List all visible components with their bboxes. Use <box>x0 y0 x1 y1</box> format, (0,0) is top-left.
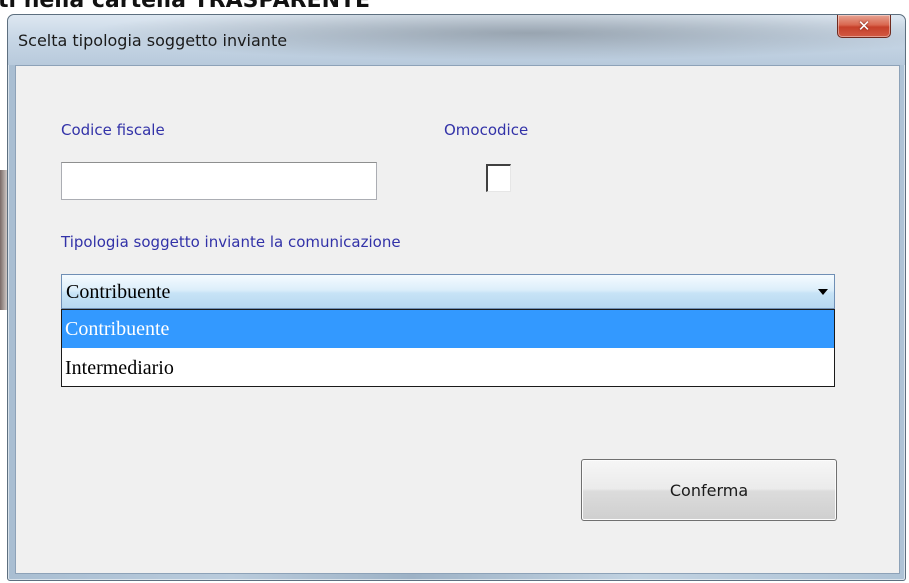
tipologia-dropdown-list: Contribuente Intermediario <box>61 309 835 387</box>
dialog-title: Scelta tipologia soggetto inviante <box>18 31 288 50</box>
tipologia-combobox[interactable]: Contribuente <box>61 274 835 309</box>
omocodice-label: Omocodice <box>444 121 529 139</box>
page-caption-text: ti nella cartella TRASPARENTE <box>0 0 371 13</box>
close-x-icon: ✕ <box>857 16 871 35</box>
codice-fiscale-label: Codice fiscale <box>61 121 165 139</box>
chevron-down-icon[interactable] <box>818 289 828 295</box>
conferma-button[interactable]: Conferma <box>581 459 837 521</box>
dialog-titlebar[interactable]: Scelta tipologia soggetto inviante ✕ <box>8 15 905 65</box>
background-window-edge <box>0 170 7 310</box>
close-button[interactable]: ✕ <box>837 15 891 38</box>
dropdown-option-contribuente[interactable]: Contribuente <box>62 310 834 348</box>
tipologia-label: Tipologia soggetto inviante la comunicaz… <box>61 233 401 251</box>
tipologia-selected-value: Contribuente <box>66 281 171 303</box>
dialog-client-area: Codice fiscale Omocodice Tipologia sogge… <box>15 65 900 574</box>
dialog-window: Scelta tipologia soggetto inviante ✕ Cod… <box>7 14 906 581</box>
codice-fiscale-input[interactable] <box>61 162 377 200</box>
dropdown-option-intermediario[interactable]: Intermediario <box>62 349 834 387</box>
omocodice-checkbox[interactable] <box>486 164 511 192</box>
